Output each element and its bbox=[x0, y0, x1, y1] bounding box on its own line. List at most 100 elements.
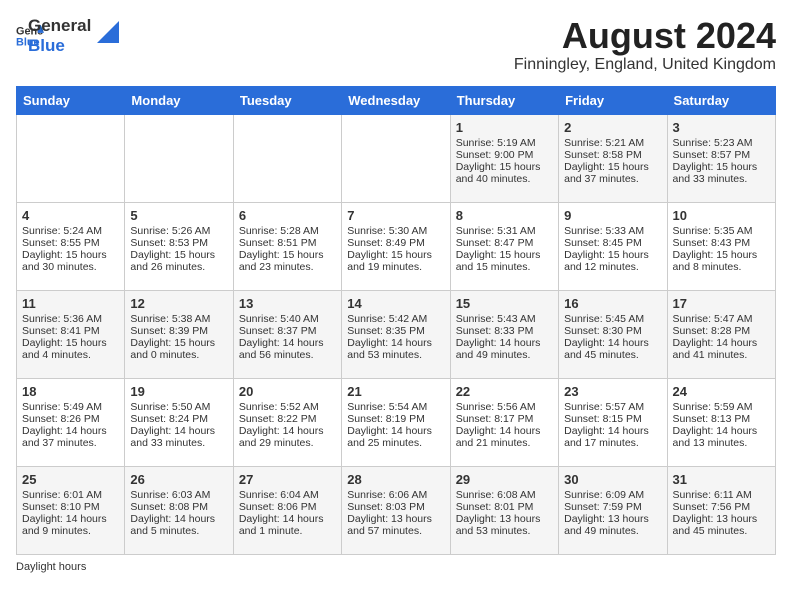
logo: General Blue General Blue bbox=[16, 16, 119, 57]
sunset-text: Sunset: 8:26 PM bbox=[22, 413, 119, 425]
sunrise-text: Sunrise: 5:45 AM bbox=[564, 313, 661, 325]
daylight-text: Daylight: 14 hours and 21 minutes. bbox=[456, 425, 553, 449]
sunrise-text: Sunrise: 5:19 AM bbox=[456, 137, 553, 149]
calendar-cell: 13Sunrise: 5:40 AMSunset: 8:37 PMDayligh… bbox=[233, 290, 341, 378]
daylight-text: Daylight: 14 hours and 25 minutes. bbox=[347, 425, 444, 449]
sunset-text: Sunset: 8:55 PM bbox=[22, 237, 119, 249]
sunset-text: Sunset: 8:03 PM bbox=[347, 501, 444, 513]
day-number: 19 bbox=[130, 384, 227, 399]
sunrise-text: Sunrise: 5:35 AM bbox=[673, 225, 770, 237]
day-number: 25 bbox=[22, 472, 119, 487]
calendar-table: SundayMondayTuesdayWednesdayThursdayFrid… bbox=[16, 86, 776, 555]
sunrise-text: Sunrise: 5:54 AM bbox=[347, 401, 444, 413]
location-title: Finningley, England, United Kingdom bbox=[514, 56, 776, 74]
calendar-cell: 21 Sunrise: 5:54 AMSunset: 8:19 PMDayligh… bbox=[342, 378, 450, 466]
day-number: 21 bbox=[347, 384, 444, 399]
calendar-cell: 30Sunrise: 6:09 AMSunset: 7:59 PMDayligh… bbox=[559, 466, 667, 554]
day-number: 9 bbox=[564, 208, 661, 223]
calendar-cell: 26Sunrise: 6:03 AMSunset: 8:08 PMDayligh… bbox=[125, 466, 233, 554]
daylight-text: Daylight: 14 hours and 17 minutes. bbox=[564, 425, 661, 449]
sunset-text: Sunset: 8:30 PM bbox=[564, 325, 661, 337]
daylight-text: Daylight: 15 hours and 26 minutes. bbox=[130, 249, 227, 273]
sunrise-text: Sunrise: 5:50 AM bbox=[130, 401, 227, 413]
sunrise-text: Sunrise: 6:01 AM bbox=[22, 489, 119, 501]
calendar-cell: 25Sunrise: 6:01 AMSunset: 8:10 PMDayligh… bbox=[17, 466, 125, 554]
sunrise-text: Sunrise: 5:23 AM bbox=[673, 137, 770, 149]
daylight-text: Daylight: 14 hours and 45 minutes. bbox=[564, 337, 661, 361]
daylight-text: Daylight: 15 hours and 4 minutes. bbox=[22, 337, 119, 361]
sunrise-text: Sunrise: 5:57 AM bbox=[564, 401, 661, 413]
sunset-text: Sunset: 8:06 PM bbox=[239, 501, 336, 513]
title-section: August 2024 Finningley, England, United … bbox=[514, 16, 776, 74]
calendar-day-header: Wednesday bbox=[342, 86, 450, 114]
day-number: 29 bbox=[456, 472, 553, 487]
day-number: 27 bbox=[239, 472, 336, 487]
sunset-text: Sunset: 9:00 PM bbox=[456, 149, 553, 161]
calendar-cell: 9Sunrise: 5:33 AMSunset: 8:45 PMDaylight… bbox=[559, 202, 667, 290]
daylight-text: Daylight: 15 hours and 0 minutes. bbox=[130, 337, 227, 361]
calendar-cell: 27Sunrise: 6:04 AMSunset: 8:06 PMDayligh… bbox=[233, 466, 341, 554]
sunrise-text: Sunrise: 6:08 AM bbox=[456, 489, 553, 501]
sunset-text: Sunset: 8:51 PM bbox=[239, 237, 336, 249]
day-number: 16 bbox=[564, 296, 661, 311]
daylight-text: Daylight: 15 hours and 8 minutes. bbox=[673, 249, 770, 273]
sunset-text: Sunset: 8:13 PM bbox=[673, 413, 770, 425]
sunrise-text: Sunrise: 6:04 AM bbox=[239, 489, 336, 501]
day-number: 24 bbox=[673, 384, 770, 399]
calendar-cell: 2Sunrise: 5:21 AMSunset: 8:58 PMDaylight… bbox=[559, 114, 667, 202]
daylight-text: Daylight: 15 hours and 33 minutes. bbox=[673, 161, 770, 185]
day-number: 10 bbox=[673, 208, 770, 223]
sunset-text: Sunset: 8:19 PM bbox=[347, 413, 444, 425]
calendar-cell: 16 Sunrise: 5:45 AMSunset: 8:30 PMDayligh… bbox=[559, 290, 667, 378]
calendar-cell: 7Sunrise: 5:30 AMSunset: 8:49 PMDaylight… bbox=[342, 202, 450, 290]
calendar-day-header: Monday bbox=[125, 86, 233, 114]
daylight-text: Daylight: 13 hours and 57 minutes. bbox=[347, 513, 444, 537]
day-number: 4 bbox=[22, 208, 119, 223]
daylight-text: Daylight: 13 hours and 45 minutes. bbox=[673, 513, 770, 537]
calendar-cell: 20Sunrise: 5:52 AMSunset: 8:22 PMDayligh… bbox=[233, 378, 341, 466]
header: General Blue General Blue August 2024 Fi… bbox=[16, 16, 776, 74]
daylight-text: Daylight: 15 hours and 37 minutes. bbox=[564, 161, 661, 185]
calendar-day-header: Saturday bbox=[667, 86, 775, 114]
daylight-text: Daylight: 14 hours and 37 minutes. bbox=[22, 425, 119, 449]
day-number: 23 bbox=[564, 384, 661, 399]
daylight-text: Daylight: 15 hours and 23 minutes. bbox=[239, 249, 336, 273]
day-number: 1 bbox=[456, 120, 553, 135]
sunset-text: Sunset: 7:56 PM bbox=[673, 501, 770, 513]
sunrise-text: Sunrise: 6:09 AM bbox=[564, 489, 661, 501]
calendar-header-row: SundayMondayTuesdayWednesdayThursdayFrid… bbox=[17, 86, 776, 114]
sunrise-text: Sunrise: 5:21 AM bbox=[564, 137, 661, 149]
daylight-text: Daylight: 13 hours and 53 minutes. bbox=[456, 513, 553, 537]
calendar-cell: 18Sunrise: 5:49 AMSunset: 8:26 PMDayligh… bbox=[17, 378, 125, 466]
sunrise-text: Sunrise: 5:42 AM bbox=[347, 313, 444, 325]
day-number: 26 bbox=[130, 472, 227, 487]
sunset-text: Sunset: 8:58 PM bbox=[564, 149, 661, 161]
calendar-day-header: Tuesday bbox=[233, 86, 341, 114]
calendar-cell: 24Sunrise: 5:59 AMSunset: 8:13 PMDayligh… bbox=[667, 378, 775, 466]
sunset-text: Sunset: 8:22 PM bbox=[239, 413, 336, 425]
calendar-cell: 23Sunrise: 5:57 AMSunset: 8:15 PMDayligh… bbox=[559, 378, 667, 466]
sunrise-text: Sunrise: 5:47 AM bbox=[673, 313, 770, 325]
day-number: 8 bbox=[456, 208, 553, 223]
calendar-cell bbox=[233, 114, 341, 202]
sunset-text: Sunset: 8:43 PM bbox=[673, 237, 770, 249]
sunrise-text: Sunrise: 5:31 AM bbox=[456, 225, 553, 237]
sunrise-text: Sunrise: 5:49 AM bbox=[22, 401, 119, 413]
calendar-cell: 22Sunrise: 5:56 AMSunset: 8:17 PMDayligh… bbox=[450, 378, 558, 466]
triangle-icon bbox=[97, 21, 119, 43]
calendar-cell: 3Sunrise: 5:23 AMSunset: 8:57 PMDaylight… bbox=[667, 114, 775, 202]
day-number: 3 bbox=[673, 120, 770, 135]
calendar-cell: 15Sunrise: 5:43 AMSunset: 8:33 PMDayligh… bbox=[450, 290, 558, 378]
daylight-text: Daylight: 14 hours and 41 minutes. bbox=[673, 337, 770, 361]
day-number: 15 bbox=[456, 296, 553, 311]
sunset-text: Sunset: 8:17 PM bbox=[456, 413, 553, 425]
calendar-cell: 10 Sunrise: 5:35 AMSunset: 8:43 PMDayligh… bbox=[667, 202, 775, 290]
calendar-cell: 14Sunrise: 5:42 AMSunset: 8:35 PMDayligh… bbox=[342, 290, 450, 378]
daylight-text: Daylight: 15 hours and 15 minutes. bbox=[456, 249, 553, 273]
daylight-text: Daylight: 14 hours and 49 minutes. bbox=[456, 337, 553, 361]
daylight-text: Daylight: 15 hours and 30 minutes. bbox=[22, 249, 119, 273]
sunrise-text: Sunrise: 5:38 AM bbox=[130, 313, 227, 325]
daylight-text: Daylight: 13 hours and 49 minutes. bbox=[564, 513, 661, 537]
day-number: 11 bbox=[22, 296, 119, 311]
sunset-text: Sunset: 7:59 PM bbox=[564, 501, 661, 513]
